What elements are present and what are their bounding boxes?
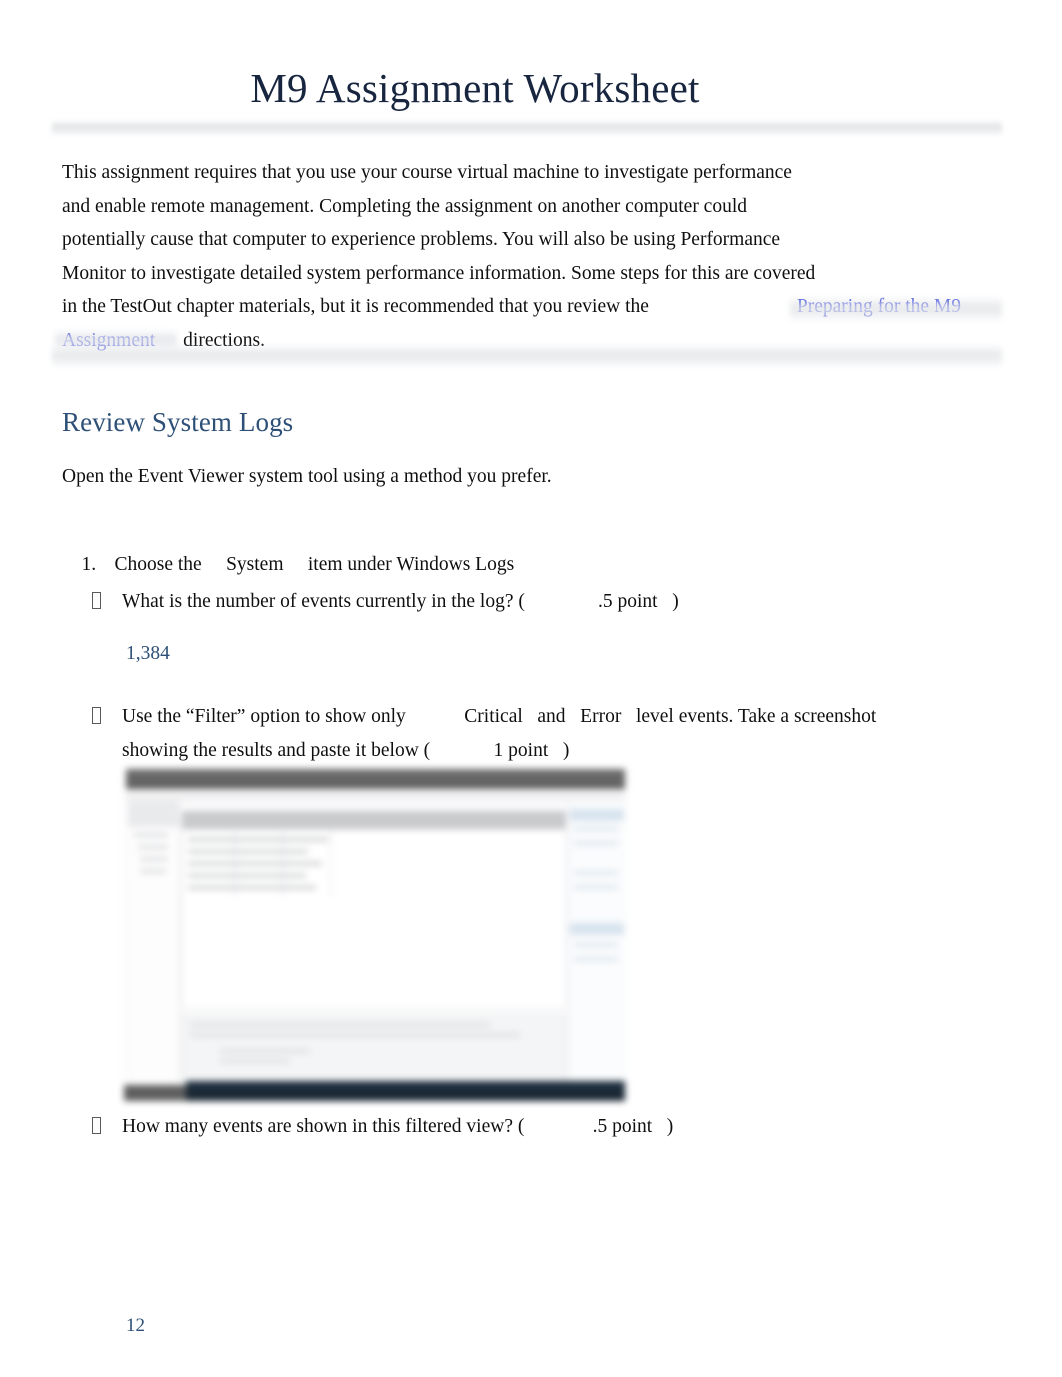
- screenshot-console-tree: [128, 801, 180, 1081]
- screenshot-tree-header: [128, 801, 180, 827]
- bullet-text-event-count: What is the number of events currently i…: [122, 591, 679, 612]
- screenshot-row-text: [188, 861, 322, 866]
- screenshot-detail-line: [190, 1033, 520, 1037]
- screenshot-detail-line: [190, 1023, 490, 1027]
- section-heading-review-system-logs: Review System Logs: [62, 407, 294, 437]
- bullet-item-filtered-count: How many events are shown in this filter…: [90, 1110, 673, 1144]
- intro-line-4: Monitor to investigate detailed system p…: [62, 262, 816, 284]
- screenshot-row-text: [188, 837, 328, 842]
- intro-line-6-text: directions.: [183, 329, 265, 351]
- tofu-box-bullet-icon: [92, 592, 101, 609]
- screenshot-row-text: [188, 849, 308, 854]
- screenshot-detail-line: [220, 1049, 310, 1053]
- screenshot-tree-line: [138, 845, 168, 849]
- intro-line-1: This assignment requires that you use yo…: [62, 162, 792, 183]
- screenshot-tree-line: [134, 833, 168, 837]
- page-number: 12: [126, 1315, 145, 1336]
- screenshot-event-list: [182, 829, 566, 1009]
- open-event-viewer-instruction: Open the Event Viewer system tool using …: [62, 466, 552, 487]
- bullet-item-filter-screenshot: Use the “Filter” option to show only Cri…: [90, 700, 990, 768]
- intro-line-5-text: in the TestOut chapter materials, but it…: [62, 296, 649, 317]
- screenshot-actions-header: [570, 809, 624, 821]
- screenshot-taskbar-left: [124, 1085, 186, 1101]
- screenshot-action-line: [574, 871, 618, 875]
- screenshot-action-line: [574, 957, 618, 961]
- bullet-item-event-count: What is the number of events currently i…: [90, 585, 679, 619]
- page-title: M9 Assignment Worksheet: [250, 65, 700, 111]
- intro-line-3: potentially cause that computer to exper…: [62, 229, 781, 250]
- step-number: 1.: [81, 554, 97, 575]
- screenshot-row-text: [188, 873, 306, 878]
- tofu-box-bullet-icon: [92, 707, 101, 724]
- screenshot-content: [124, 767, 627, 1101]
- intro-line-5: in the TestOut chapter materials, but it…: [62, 290, 992, 324]
- screenshot-column-divider: [330, 829, 331, 897]
- bullet-text-filter-line1: Use the “Filter” option to show only Cri…: [122, 706, 877, 727]
- screenshot-action-line: [574, 943, 618, 947]
- embedded-event-viewer-screenshot: [124, 767, 627, 1101]
- screenshot-detail-line: [220, 1059, 290, 1063]
- link-preparing-m9-assignment-part1[interactable]: Preparing for the M9: [797, 296, 961, 317]
- step-text: Choose the System item under Windows Log…: [114, 554, 515, 575]
- screenshot-action-line: [574, 827, 618, 831]
- answer-event-count: 1,384: [126, 643, 170, 664]
- screenshot-list-header: [182, 811, 566, 829]
- screenshot-taskbar: [186, 1081, 625, 1101]
- intro-line-2: and enable remote management. Completing…: [62, 195, 748, 217]
- screenshot-tree-line: [140, 857, 168, 861]
- screenshot-action-line: [574, 885, 618, 889]
- screenshot-tree-line: [140, 869, 166, 873]
- screenshot-action-line: [574, 841, 618, 845]
- title-divider: [52, 120, 1002, 136]
- tofu-box-bullet-icon: [92, 1117, 101, 1134]
- screenshot-title-bar: [126, 769, 625, 789]
- screenshot-row-text: [188, 885, 316, 890]
- link-preparing-m9-assignment-part2[interactable]: Assignment: [62, 330, 155, 351]
- document-page: M9 Assignment Worksheet This assignment …: [0, 0, 1062, 1377]
- bullet-text-filtered-count: How many events are shown in this filter…: [122, 1116, 674, 1137]
- bullet-text-filter-line2: showing the results and paste it below (…: [122, 740, 570, 761]
- screenshot-menu-bar: [126, 789, 625, 801]
- screenshot-actions-header: [570, 923, 624, 935]
- intro-paragraph: This assignment requires that you use yo…: [62, 156, 992, 357]
- intro-line-6: Assignment directions.: [62, 324, 992, 358]
